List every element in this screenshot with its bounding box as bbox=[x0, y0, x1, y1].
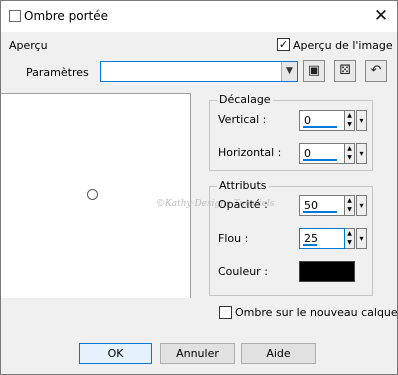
randomize-icon: ⚄ bbox=[339, 63, 351, 78]
color-label: Couleur : bbox=[218, 265, 268, 278]
spin-arrows-icon[interactable]: ▲ ▼ bbox=[345, 195, 355, 216]
new-layer-checkbox-label[interactable]: Ombre sur le nouveau calque bbox=[235, 306, 398, 319]
preset-combobox[interactable]: ▼ bbox=[100, 61, 298, 82]
cancel-button[interactable]: Annuler bbox=[160, 343, 235, 364]
spin-dropdown-icon[interactable]: ▾ bbox=[356, 110, 367, 131]
horizontal-label: Horizontal : bbox=[218, 146, 282, 159]
preview-image-checkbox[interactable]: ✓ bbox=[277, 38, 290, 51]
vertical-label: Vertical : bbox=[218, 113, 267, 126]
preview-center-handle[interactable] bbox=[87, 189, 98, 200]
vertical-input[interactable]: 0 bbox=[299, 110, 345, 131]
ok-button[interactable]: OK bbox=[79, 343, 152, 364]
app-icon bbox=[9, 10, 21, 22]
value-underline bbox=[303, 211, 337, 213]
save-preset-button[interactable]: ▣ bbox=[303, 60, 325, 82]
preview-image-checkbox-label[interactable]: Aperçu de l'image bbox=[293, 39, 393, 52]
value-underline bbox=[303, 159, 337, 161]
opacity-input[interactable]: 50 bbox=[299, 195, 345, 216]
blur-spinner[interactable]: 25 ▲ ▼ ▾ bbox=[299, 228, 367, 249]
blur-label: Flou : bbox=[218, 232, 249, 245]
help-button[interactable]: Aide bbox=[241, 343, 316, 364]
vertical-spinner[interactable]: 0 ▲ ▼ ▾ bbox=[299, 110, 367, 131]
opacity-spinner[interactable]: 50 ▲ ▼ ▾ bbox=[299, 195, 367, 216]
opacity-label: Opacité : bbox=[218, 198, 268, 211]
ombre-portee-dialog: Ombre portée ✕ Aperçu ✓ Aperçu de l'imag… bbox=[0, 0, 398, 375]
offset-group-title: Décalage bbox=[217, 93, 273, 106]
spin-arrows-icon[interactable]: ▲ ▼ bbox=[345, 228, 355, 249]
horizontal-spinner[interactable]: 0 ▲ ▼ ▾ bbox=[299, 143, 367, 164]
preview-label: Aperçu bbox=[9, 39, 48, 52]
checkmark-icon: ✓ bbox=[278, 38, 289, 51]
spin-dropdown-icon[interactable]: ▾ bbox=[356, 228, 367, 249]
save-preset-icon: ▣ bbox=[307, 63, 321, 78]
value-underline bbox=[303, 244, 317, 246]
horizontal-input[interactable]: 0 bbox=[299, 143, 345, 164]
value-underline bbox=[303, 126, 337, 128]
parameters-label: Paramètres bbox=[26, 66, 89, 79]
shadow-color-swatch[interactable] bbox=[299, 261, 355, 282]
attributes-group-title: Attributs bbox=[217, 179, 269, 192]
close-icon[interactable]: ✕ bbox=[369, 5, 393, 27]
chevron-down-icon[interactable]: ▼ bbox=[281, 62, 297, 81]
spin-dropdown-icon[interactable]: ▾ bbox=[356, 195, 367, 216]
reset-button[interactable]: ↶ bbox=[365, 60, 387, 82]
new-layer-checkbox[interactable] bbox=[219, 306, 232, 319]
window-title: Ombre portée bbox=[24, 9, 108, 23]
reset-icon: ↶ bbox=[370, 63, 382, 78]
spin-arrows-icon[interactable]: ▲ ▼ bbox=[345, 143, 355, 164]
randomize-button[interactable]: ⚄ bbox=[334, 60, 356, 82]
spin-dropdown-icon[interactable]: ▾ bbox=[356, 143, 367, 164]
title-bar: Ombre portée ✕ bbox=[1, 1, 397, 32]
spin-arrows-icon[interactable]: ▲ ▼ bbox=[345, 110, 355, 131]
blur-input[interactable]: 25 bbox=[299, 228, 345, 249]
